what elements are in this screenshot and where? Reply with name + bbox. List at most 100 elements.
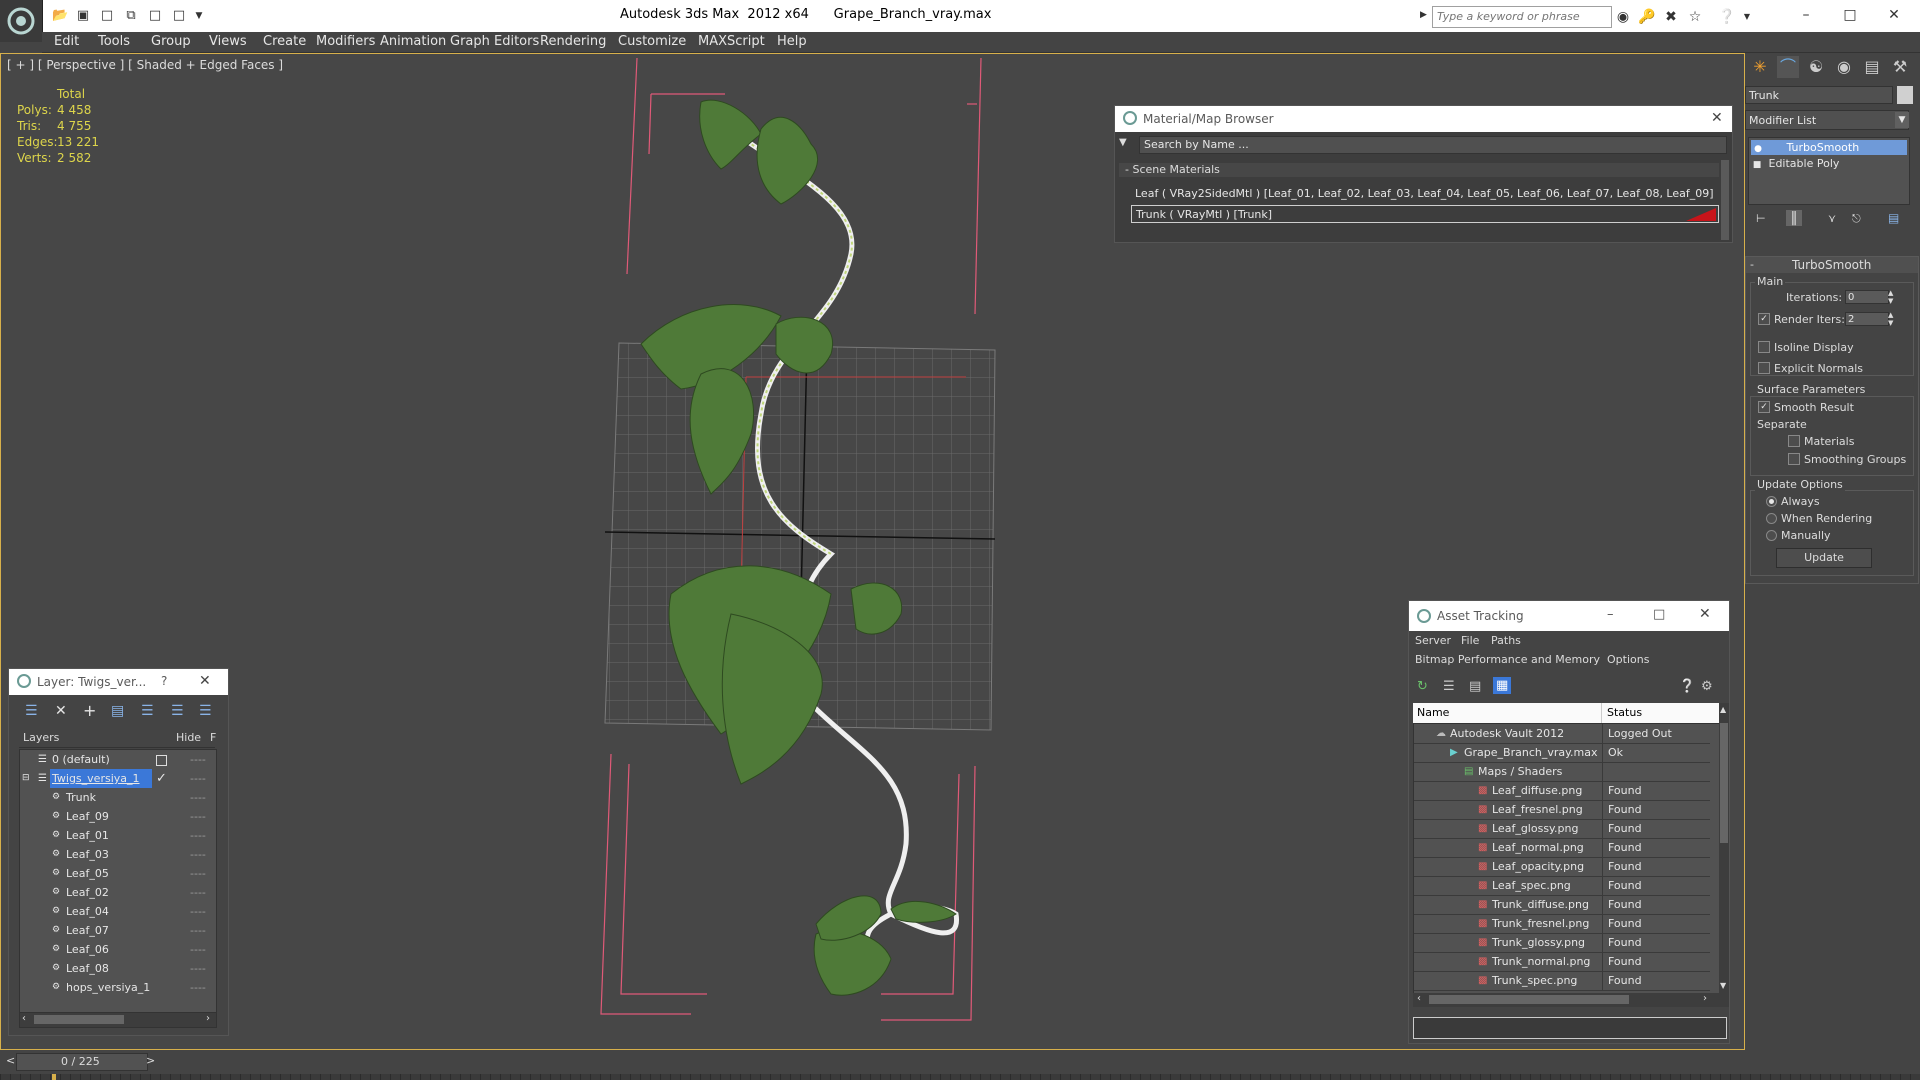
make-unique-icon[interactable]: ⋎ <box>1828 212 1836 225</box>
layer-window-titlebar[interactable]: Layer: Twigs_ver... ? ✕ <box>9 669 228 695</box>
close-icon[interactable]: ✕ <box>199 673 211 689</box>
time-forward-icon[interactable]: > <box>146 1054 155 1067</box>
project-folder-icon[interactable]: □ <box>148 9 162 23</box>
menu-help[interactable]: Help <box>777 34 807 49</box>
help-icon[interactable]: ❔ <box>1718 8 1736 26</box>
keyword-search-input[interactable] <box>1433 7 1611 25</box>
asset-row[interactable]: ▩ Trunk_glossy.png Found <box>1414 933 1710 953</box>
spinner-arrows-icon[interactable]: ▲ ▼ <box>1888 311 1893 327</box>
asset-row[interactable]: ▩ Trunk_normal.png Found <box>1414 952 1710 972</box>
scroll-up-icon[interactable]: ▲ <box>1720 705 1726 714</box>
pin-stack-icon[interactable]: ⊢ <box>1756 212 1766 225</box>
scroll-thumb[interactable] <box>1429 995 1629 1004</box>
layer-object-row[interactable]: ⚙ Trunk ---- <box>20 788 216 807</box>
hide-toggle[interactable]: ---- <box>190 807 206 826</box>
scroll-left-icon[interactable]: ‹ <box>22 1013 26 1024</box>
modifier-list-dropdown[interactable]: Modifier List <box>1745 110 1909 130</box>
close-icon[interactable]: ✕ <box>1699 606 1711 622</box>
asset-row[interactable]: ▤ Maps / Shaders <box>1414 762 1710 782</box>
menu-modifiers[interactable]: Modifiers <box>316 34 375 49</box>
update-manually-radio[interactable] <box>1766 530 1777 541</box>
asset-row[interactable]: ▩ Trunk_diffuse.png Found <box>1414 895 1710 915</box>
layer-horizontal-scrollbar[interactable]: ‹ › <box>19 1012 217 1028</box>
thumbnail-view-icon[interactable]: ▤ <box>1469 679 1481 694</box>
asset-tracking-titlebar[interactable]: Asset Tracking – □ ✕ <box>1409 601 1729 631</box>
asset-row[interactable]: ▶ Grape_Branch_vray.max Ok <box>1414 743 1710 763</box>
hide-toggle[interactable]: ---- <box>190 902 206 921</box>
chevron-down-icon[interactable]: ▼ <box>1895 112 1909 128</box>
maximize-button[interactable]: □ <box>1830 4 1870 26</box>
column-freeze[interactable]: F <box>210 731 216 744</box>
refresh-icon[interactable]: ↻ <box>1417 679 1428 694</box>
menu-tools[interactable]: Tools <box>98 34 130 49</box>
layer-object-row[interactable]: ⚙ Leaf_09 ---- <box>20 807 216 826</box>
scroll-left-icon[interactable]: ‹ <box>1417 993 1421 1004</box>
layer-row-default[interactable]: ☰ 0 (default) ---- <box>20 750 216 769</box>
active-layer-checkbox[interactable] <box>156 755 167 766</box>
help-icon[interactable]: ❔ <box>1679 679 1695 694</box>
hide-all-layers-icon[interactable]: ☰ <box>171 703 184 719</box>
scroll-thumb[interactable] <box>1720 723 1728 843</box>
asset-row[interactable]: ▩ Trunk_spec.png Found <box>1414 971 1710 991</box>
at-menu-file[interactable]: File <box>1461 634 1479 647</box>
binoculars-icon[interactable]: ◉ <box>1614 8 1632 26</box>
asset-row[interactable]: ▩ Leaf_normal.png Found <box>1414 838 1710 858</box>
object-color-swatch[interactable] <box>1897 86 1913 104</box>
scroll-down-icon[interactable]: ▼ <box>1720 981 1726 990</box>
hide-toggle[interactable]: ---- <box>190 769 206 788</box>
hierarchy-tab-icon[interactable]: ☯ <box>1805 56 1827 78</box>
layer-row-twigs[interactable]: ⊟ ☰ Twigs_versiya_1 ✓ ---- <box>20 769 216 788</box>
isoline-display-checkbox[interactable] <box>1758 341 1770 353</box>
hide-toggle[interactable]: ---- <box>190 826 206 845</box>
hide-toggle[interactable]: ---- <box>190 788 206 807</box>
close-icon[interactable]: ✕ <box>1711 110 1723 126</box>
highlight-layer-icon[interactable]: ☰ <box>141 703 154 719</box>
hide-toggle[interactable]: ---- <box>190 940 206 959</box>
time-back-icon[interactable]: < <box>6 1054 15 1067</box>
at-menu-paths[interactable]: Paths <box>1491 634 1521 647</box>
menu-views[interactable]: Views <box>209 34 247 49</box>
show-end-result-icon[interactable]: ‖ <box>1786 210 1802 226</box>
iterations-spinner[interactable]: 0 <box>1845 290 1889 304</box>
motion-tab-icon[interactable]: ◉ <box>1833 56 1855 78</box>
menu-maxscript[interactable]: MAXScript <box>698 34 765 49</box>
material-row-trunk[interactable]: Trunk ( VRayMtl ) [Trunk] <box>1131 205 1719 223</box>
object-name-field[interactable]: Trunk <box>1745 86 1893 104</box>
save-icon[interactable]: ▣ <box>76 9 90 23</box>
layer-object-row[interactable]: ⚙ Leaf_05 ---- <box>20 864 216 883</box>
update-when-rendering-radio[interactable] <box>1766 513 1777 524</box>
modify-tab-icon[interactable]: ⌒ <box>1777 56 1799 78</box>
render-iters-spinner[interactable]: 2 <box>1845 312 1889 326</box>
track-bar[interactable] <box>0 1074 1920 1080</box>
create-tab-icon[interactable]: ✳ <box>1749 56 1771 78</box>
asset-row[interactable]: ☁ Autodesk Vault 2012 Logged Out <box>1414 724 1710 744</box>
stack-item-editable-poly[interactable]: ■ Editable Poly <box>1751 156 1907 171</box>
asset-row[interactable]: ▩ Leaf_fresnel.png Found <box>1414 800 1710 820</box>
menu-edit[interactable]: Edit <box>54 34 79 49</box>
menu-group[interactable]: Group <box>151 34 191 49</box>
menu-rendering[interactable]: Rendering <box>540 34 606 49</box>
filter-dropdown-icon[interactable]: ▼ <box>1119 137 1127 148</box>
scene-materials-section[interactable]: - Scene Materials <box>1119 163 1719 177</box>
checkmark-icon[interactable]: ✓ <box>156 769 167 788</box>
delete-layer-icon[interactable]: ✕ <box>55 703 67 719</box>
explicit-normals-checkbox[interactable] <box>1758 362 1770 374</box>
maximize-button[interactable]: □ <box>1653 607 1665 622</box>
display-tab-icon[interactable]: ▤ <box>1861 56 1883 78</box>
material-browser-titlebar[interactable]: Material/Map Browser ✕ <box>1115 106 1732 132</box>
hide-toggle[interactable]: ---- <box>190 845 206 864</box>
layer-object-row[interactable]: ⚙ Leaf_04 ---- <box>20 902 216 921</box>
layer-object-row[interactable]: ⚙ hops_versiya_1 ---- <box>20 978 216 997</box>
table-view-icon[interactable]: ▦ <box>1493 677 1512 694</box>
render-iters-checkbox[interactable]: ✓ <box>1758 313 1770 325</box>
app-logo[interactable] <box>0 0 43 42</box>
material-row-leaf[interactable]: Leaf ( VRay2SidedMtl ) [Leaf_01, Leaf_02… <box>1131 185 1719 203</box>
stack-item-turbosmooth[interactable]: ● TurboSmooth <box>1751 140 1907 155</box>
material-browser-scrollbar[interactable] <box>1721 160 1729 240</box>
layer-object-row[interactable]: ⚙ Leaf_02 ---- <box>20 883 216 902</box>
communication-icon[interactable]: ✖ <box>1662 8 1680 26</box>
lightbulb-icon[interactable]: ● <box>1751 142 1765 157</box>
list-view-icon[interactable]: ☰ <box>1443 679 1455 694</box>
layer-object-row[interactable]: ⚙ Leaf_07 ---- <box>20 921 216 940</box>
asset-row[interactable]: ▩ Trunk_fresnel.png Found <box>1414 914 1710 934</box>
